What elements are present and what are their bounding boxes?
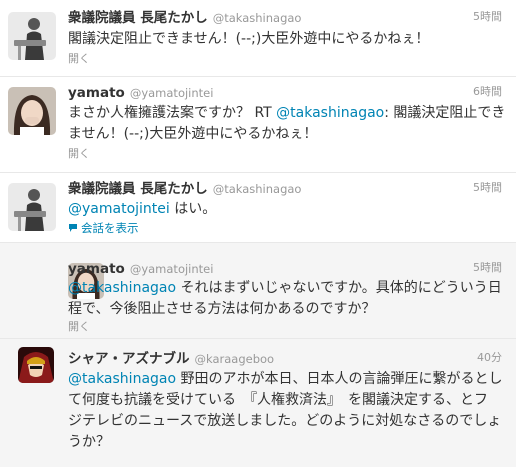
woman-photo-icon [8, 87, 56, 135]
user-handle[interactable]: @takashinagao [213, 182, 302, 196]
anime-character-icon [18, 347, 54, 383]
tweet-text: @yamatojintei はい。 [68, 201, 217, 217]
speech-bubble-icon [68, 222, 78, 236]
timestamp[interactable]: 5時間 [473, 259, 502, 277]
tweet-item[interactable]: 衆議院議員 長尾たかし @takashinagao 5時間 @yamatojint… [0, 172, 516, 242]
politician-photo-icon [8, 183, 56, 231]
user-handle[interactable]: @takashinagao [213, 11, 302, 25]
avatar[interactable] [8, 183, 56, 231]
tweet-text: @takashinagao それはまずいじゃないですか。具体的にどういう日 程で… [68, 280, 502, 317]
tweet-item[interactable]: 衆議院議員 長尾たかし @takashinagao 5時間 閣議決定阻止できません… [0, 0, 516, 76]
politician-photo-icon [8, 12, 56, 60]
mention-link[interactable]: @takashinagao [68, 371, 176, 387]
user-name[interactable]: 衆議院議員 長尾たかし [68, 10, 208, 26]
timestamp[interactable]: 40分 [477, 349, 502, 367]
mention-link[interactable]: @yamatojintei [68, 201, 170, 217]
timestamp[interactable]: 5時間 [473, 8, 502, 26]
mention-link[interactable]: @takashinagao [276, 105, 384, 121]
tweet-header: yamato @yamatojintei [68, 259, 213, 277]
reply-item[interactable]: yamato @yamatojintei 5時間 @takashinagao それ… [0, 242, 516, 338]
tweet-item[interactable]: yamato @yamatojintei 6時間 まさか人権擁護法案ですか？ RT… [0, 76, 516, 172]
reply-item[interactable]: シャア・アズナブル @karaageboo 40分 @takashinagao 野… [0, 338, 516, 467]
user-name[interactable]: yamato [68, 261, 125, 277]
open-link[interactable]: 開く [68, 320, 90, 334]
avatar[interactable] [8, 12, 56, 60]
avatar[interactable] [18, 347, 54, 383]
tweet-text: まさか人権擁護法案ですか？ RT @takashinagao: 閣議決定阻止でき… [68, 105, 506, 142]
user-handle[interactable]: @yamatojintei [130, 262, 214, 276]
timestamp[interactable]: 5時間 [473, 179, 502, 197]
view-conversation-link[interactable]: 会話を表示 [68, 221, 139, 236]
tweet-header: yamato @yamatojintei [68, 83, 213, 101]
user-name[interactable]: 衆議院議員 長尾たかし [68, 181, 208, 197]
open-link[interactable]: 開く [68, 52, 90, 66]
user-name[interactable]: yamato [68, 85, 125, 101]
user-handle[interactable]: @karaageboo [195, 352, 275, 366]
timestamp[interactable]: 6時間 [473, 83, 502, 101]
mention-link[interactable]: @takashinagao [68, 280, 176, 296]
open-link[interactable]: 開く [68, 147, 90, 161]
tweet-header: シャア・アズナブル @karaageboo [68, 349, 274, 367]
avatar[interactable] [8, 87, 56, 135]
user-handle[interactable]: @yamatojintei [130, 86, 214, 100]
tweet-header: 衆議院議員 長尾たかし @takashinagao [68, 8, 301, 26]
user-name[interactable]: シャア・アズナブル [68, 351, 190, 367]
tweet-text: 閣議決定阻止できません！(--;)大臣外遊中にやるかねぇ！ [68, 31, 430, 47]
tweet-text: @takashinagao 野田のアホが本日、日本人の言論弾圧に繋がるとし て何… [68, 371, 503, 450]
tweet-header: 衆議院議員 長尾たかし @takashinagao [68, 179, 301, 197]
